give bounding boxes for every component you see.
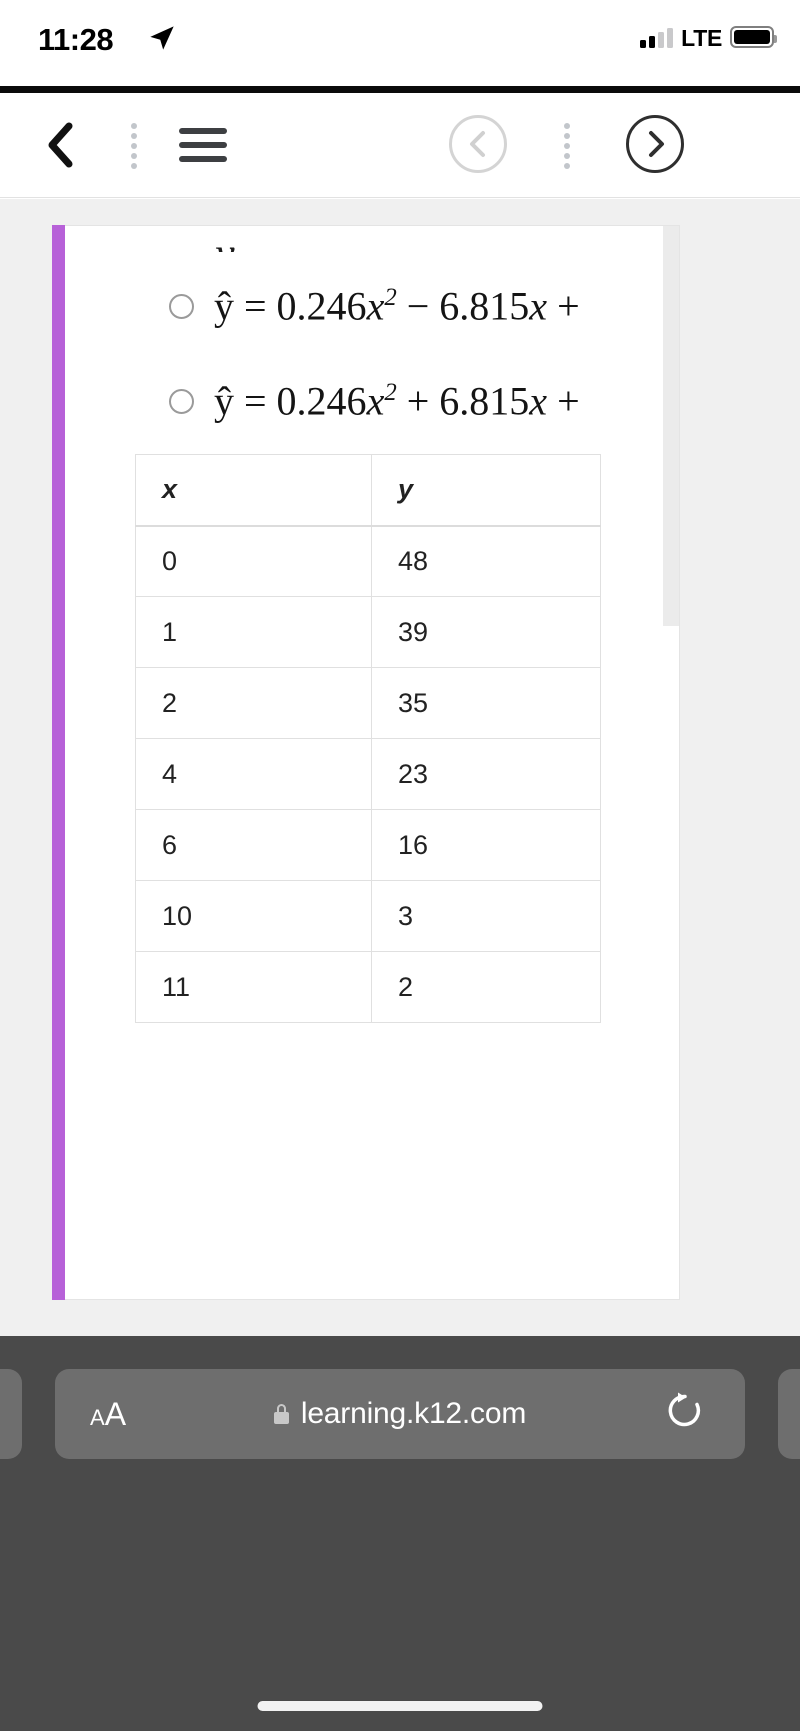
cell-y: 3 [371,880,601,952]
tab-peek-left[interactable] [0,1369,22,1459]
eq-b-exp: 2 [384,379,397,406]
table-row: 6 16 [135,809,601,881]
cell-y: 16 [371,809,601,881]
url-bar[interactable]: AA learning.k12.com [55,1369,745,1459]
carrier-label: LTE [681,25,722,51]
answer-choice-a[interactable]: ŷ = 0.246x2 − 6.815x + [169,283,580,329]
data-table: x y 0 48 1 39 2 35 4 23 6 16 10 3 11 2 [135,454,601,1023]
eq-a-operator: − [406,283,430,329]
back-button[interactable] [40,119,80,171]
cell-x: 10 [135,880,372,952]
table-row: 11 2 [135,951,601,1023]
answer-choice-b-equation: ŷ = 0.246x2 + 6.815x + [214,378,580,424]
battery-full-icon [730,26,777,48]
signal-strength-icon [640,28,674,48]
clipped-equation-above: y [215,228,235,252]
radio-button-b[interactable] [169,388,194,414]
eq-a-var1: x [366,283,385,329]
hamburger-menu-icon[interactable] [179,125,227,165]
eq-a-trailing: + [557,283,580,329]
vertical-dots-divider-icon [130,123,138,169]
column-header-x: x [135,454,372,527]
safari-bottom-chrome: AA learning.k12.com [0,1336,800,1731]
table-row: 1 39 [135,596,601,668]
url-display[interactable]: learning.k12.com [55,1369,745,1459]
lesson-paper: y ŷ = 0.246x2 − 6.815x + ŷ = 0.246x2 + 6… [65,225,680,1300]
url-bar-row: AA learning.k12.com [0,1369,800,1459]
eq-b-lhs: ŷ = 0.246 [214,378,367,424]
table-row: 10 3 [135,880,601,952]
radio-button-a[interactable] [169,293,194,319]
location-arrow-icon [148,24,176,52]
eq-a-var2: x [529,283,548,329]
eq-b-coef: 6.815 [439,378,530,424]
cell-y: 23 [371,738,601,810]
cell-y: 35 [371,667,601,739]
circle-chevron-left-icon[interactable] [449,115,507,173]
column-header-y: y [371,454,601,527]
lesson-accent-bar [52,225,65,1300]
cell-x: 4 [135,738,372,810]
eq-b-var2: x [529,378,548,424]
tab-peek-right[interactable] [778,1369,800,1459]
answer-choice-a-equation: ŷ = 0.246x2 − 6.815x + [214,283,580,329]
circle-chevron-right-icon[interactable] [626,115,684,173]
cell-x: 6 [135,809,372,881]
lock-icon [273,1404,289,1424]
cell-y: 2 [371,951,601,1023]
url-text: learning.k12.com [300,1397,527,1430]
table-header-row: x y [135,454,601,527]
ios-status-bar: 11:28 LTE [0,0,800,86]
table-body: 0 48 1 39 2 35 4 23 6 16 10 3 11 2 [135,525,601,1023]
cell-x: 1 [135,596,372,668]
home-indicator [257,1701,543,1711]
cell-x: 2 [135,667,372,739]
eq-a-coef: 6.815 [439,283,530,329]
table-row: 2 35 [135,667,601,739]
eq-b-trailing: + [557,378,580,424]
chevron-left-icon [48,122,73,168]
app-toolbar [0,93,800,198]
table-row: 4 23 [135,738,601,810]
content-scrollbar[interactable] [663,226,679,626]
status-divider [0,86,800,93]
eq-b-operator: + [406,378,430,424]
vertical-dots-divider-icon-2 [563,123,571,169]
eq-a-lhs: ŷ = 0.246 [214,283,367,329]
reload-icon[interactable] [665,1390,705,1439]
eq-a-exp: 2 [384,284,397,311]
answer-choice-b[interactable]: ŷ = 0.246x2 + 6.815x + [169,378,580,424]
status-bar-indicators: LTE [640,25,777,51]
eq-b-var1: x [366,378,385,424]
status-bar-time: 11:28 [38,22,114,57]
cell-x: 0 [135,525,372,597]
lesson-canvas: y ŷ = 0.246x2 − 6.815x + ŷ = 0.246x2 + 6… [0,199,800,1336]
table-row: 0 48 [135,525,601,597]
cell-y: 39 [371,596,601,668]
iphone-screen: 11:28 LTE ŷ = 0.246x2 − 6.815x + ŷ = 0.2… [0,0,800,1731]
cell-x: 11 [135,951,372,1023]
cell-y: 48 [371,525,601,597]
